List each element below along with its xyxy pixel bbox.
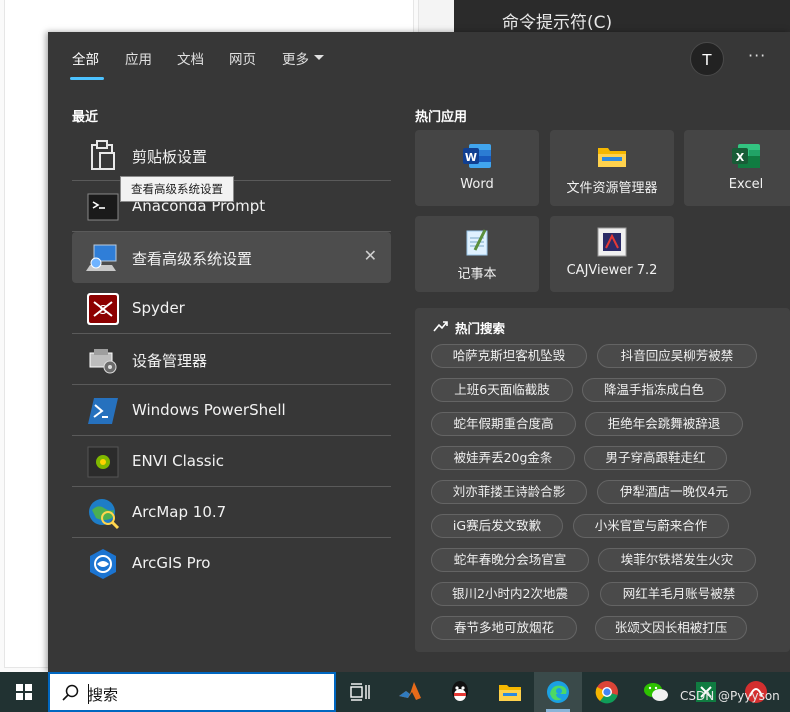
- app-tile-label: Excel: [728, 177, 764, 192]
- computer-settings-icon: [86, 244, 117, 271]
- arcmap-icon: [89, 499, 120, 530]
- file-explorer-icon: [598, 148, 626, 167]
- device-manager-icon: [89, 349, 117, 374]
- clipboard-icon: [91, 140, 115, 170]
- hot-search-chip[interactable]: 埃菲尔铁塔发生火灾: [598, 548, 756, 572]
- recent-item-label: 查看高级系统设置: [132, 250, 253, 268]
- hot-search-chip[interactable]: 银川2小时内2次地震: [431, 582, 589, 606]
- recent-item-advanced-system-settings[interactable]: 查看高级系统设置 ✕: [72, 232, 391, 283]
- tab-all[interactable]: 全部: [72, 48, 99, 68]
- hot-search-chip[interactable]: 春节多地可放烟花: [431, 616, 577, 640]
- search-input[interactable]: 搜索: [88, 684, 118, 705]
- hot-search-chip[interactable]: 刘亦菲搂王诗龄合影: [431, 480, 587, 504]
- recent-item-device-manager[interactable]: 设备管理器: [72, 334, 391, 385]
- recent-section-title: 最近: [72, 110, 99, 125]
- tab-documents[interactable]: 文档: [177, 48, 204, 68]
- hot-search-chip[interactable]: 男子穿高跟鞋走红: [584, 446, 727, 470]
- recent-item-label: Spyder: [132, 299, 185, 317]
- hot-search-chip[interactable]: 哈萨克斯坦客机坠毁: [431, 344, 587, 368]
- powershell-icon: [88, 398, 118, 424]
- file-explorer-taskbar-icon[interactable]: [496, 678, 524, 706]
- svg-text:S: S: [99, 303, 107, 317]
- watermark-text: CSDN @Pyyyson: [680, 689, 780, 703]
- app-tile-notepad[interactable]: 记事本: [415, 216, 539, 292]
- envi-icon: [87, 446, 119, 478]
- qq-icon[interactable]: [446, 678, 474, 706]
- app-tile-excel[interactable]: X Excel: [684, 130, 790, 206]
- text-cursor: [88, 684, 89, 704]
- recent-item-label: 剪贴板设置: [132, 148, 208, 166]
- hot-search-chip[interactable]: 网红羊毛月账号被禁: [600, 582, 758, 606]
- recent-item-windows-powershell[interactable]: Windows PowerShell: [72, 385, 391, 436]
- recent-item-label: ENVI Classic: [132, 452, 225, 470]
- hot-search-chip[interactable]: iG赛后发文致歉: [431, 514, 563, 538]
- word-icon: W: [463, 144, 491, 168]
- hot-search-chip[interactable]: 张颂文因长相被打压: [595, 616, 747, 640]
- tab-apps[interactable]: 应用: [125, 48, 152, 68]
- top-apps-section-title: 热门应用: [415, 110, 468, 125]
- hot-search-chip[interactable]: 蛇年春晚分会场官宣: [431, 548, 589, 572]
- notepad-icon: [466, 229, 488, 256]
- spyder-icon: S: [87, 293, 119, 325]
- recent-item-label: 设备管理器: [132, 352, 208, 370]
- app-tile-label: CAJViewer 7.2: [566, 263, 658, 278]
- taskbar: 搜索 CSDN @Pyyyson: [0, 672, 790, 712]
- matlab-icon[interactable]: [396, 678, 424, 706]
- task-view-icon[interactable]: [346, 678, 374, 706]
- app-tile-file-explorer[interactable]: 文件资源管理器: [550, 130, 674, 206]
- excel-icon: X: [732, 144, 760, 168]
- hot-search-chip[interactable]: 小米官宣与蔚来合作: [573, 514, 729, 538]
- recent-item-envi-classic[interactable]: ENVI Classic: [72, 436, 391, 487]
- recent-item-label: ArcGIS Pro: [132, 554, 211, 572]
- arcgis-pro-icon: [90, 549, 116, 579]
- app-tile-label: Word: [460, 177, 494, 192]
- app-tile-word[interactable]: W Word: [415, 130, 539, 206]
- chevron-down-icon: [314, 55, 324, 60]
- recent-item-arcgis-pro[interactable]: ArcGIS Pro: [72, 538, 391, 589]
- cajviewer-icon: [597, 227, 627, 257]
- hot-search-chip[interactable]: 被娃弄丢20g金条: [431, 446, 575, 470]
- app-tile-label: 文件资源管理器: [566, 181, 658, 196]
- remove-recent-button[interactable]: ✕: [364, 246, 377, 265]
- filter-tabs-bar: 全部 应用 文档 网页 更多 T ···: [48, 32, 790, 80]
- windows-start-icon[interactable]: [0, 672, 48, 712]
- hot-searches-panel: 热门搜索 哈萨克斯坦客机坠毁 抖音回应吴柳芳被禁 上班6天面临截肢 降温手指冻成…: [415, 308, 790, 652]
- tab-web[interactable]: 网页: [229, 48, 256, 68]
- chrome-icon[interactable]: [593, 678, 621, 706]
- hot-search-chip[interactable]: 降温手指冻成白色: [582, 378, 726, 402]
- search-icon: [62, 684, 79, 701]
- hot-search-chip[interactable]: 伊犁酒店一晚仅4元: [597, 480, 751, 504]
- hot-search-chip[interactable]: 蛇年假期重合度高: [431, 412, 576, 436]
- recent-item-label: Windows PowerShell: [132, 401, 286, 419]
- recent-item-spyder[interactable]: S Spyder: [72, 283, 391, 334]
- wechat-icon[interactable]: [642, 678, 670, 706]
- app-tile-cajviewer[interactable]: CAJViewer 7.2: [550, 216, 674, 292]
- tooltip: 查看高级系统设置: [120, 176, 234, 202]
- account-avatar[interactable]: T: [690, 42, 724, 76]
- edge-icon[interactable]: [544, 678, 572, 706]
- hot-search-chip[interactable]: 抖音回应吴柳芳被禁: [597, 344, 757, 368]
- taskbar-search-box[interactable]: 搜索: [48, 672, 336, 712]
- hot-search-chip[interactable]: 上班6天面临截肢: [431, 378, 573, 402]
- svg-text:W: W: [465, 151, 477, 164]
- more-options-button[interactable]: ···: [748, 46, 766, 65]
- trending-icon: [433, 321, 448, 332]
- app-tile-label: 记事本: [457, 267, 497, 282]
- tab-more[interactable]: 更多: [282, 48, 309, 68]
- terminal-icon: [87, 193, 119, 221]
- recent-item-clipboard-settings[interactable]: 剪贴板设置: [72, 130, 391, 181]
- search-flyout: 全部 应用 文档 网页 更多 T ··· 最近 热门应用 剪贴板设置 Anaco…: [48, 32, 790, 672]
- recent-item-label: ArcMap 10.7: [132, 503, 227, 521]
- svg-text:X: X: [736, 151, 745, 164]
- background-window-title: 命令提示符(C): [502, 13, 613, 33]
- active-tab-indicator: [70, 77, 104, 80]
- recent-item-arcmap[interactable]: ArcMap 10.7: [72, 487, 391, 538]
- hot-search-chip[interactable]: 拒绝年会跳舞被辞退: [585, 412, 743, 436]
- hot-searches-title: 热门搜索: [455, 321, 506, 336]
